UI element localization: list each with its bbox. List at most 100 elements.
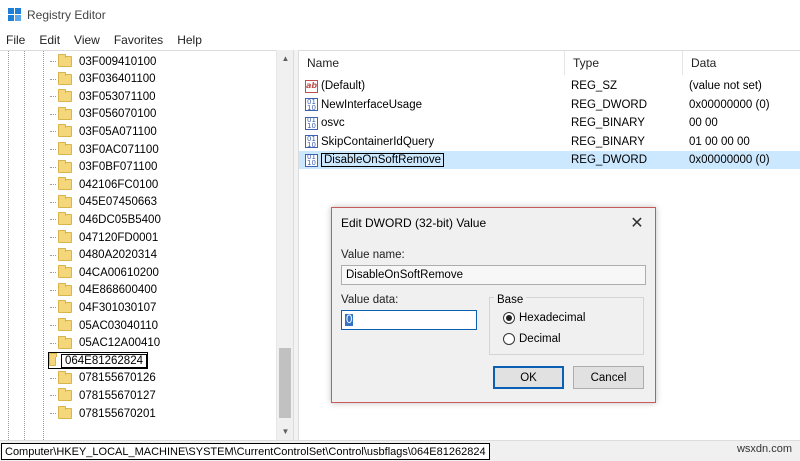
tree-item[interactable]: 078155670127 (50, 387, 158, 404)
tree-item[interactable]: 03F0BF071100 (50, 159, 159, 176)
ok-button[interactable]: OK (493, 366, 564, 389)
registry-editor-icon (8, 8, 22, 22)
tree-item[interactable]: 05AC12A00410 (50, 335, 162, 352)
value-row[interactable]: 01 10 osvc REG_BINARY 00 00 (299, 114, 800, 132)
tree-item[interactable]: 042106FC0100 (50, 176, 160, 193)
value-data-cell: (value not set) (689, 80, 762, 92)
value-name-cell: 01 10 SkipContainerIdQuery (305, 133, 434, 151)
hexadecimal-label: Hexadecimal (519, 312, 586, 324)
tree-connector (50, 113, 56, 115)
value-name-cell: 01 10 DisableOnSoftRemove (305, 151, 444, 169)
tree-item-label: 03F053071100 (79, 90, 156, 103)
menu-edit[interactable]: Edit (39, 33, 60, 47)
column-header-data[interactable]: Data (683, 51, 800, 75)
tree-item[interactable]: 03F053071100 (50, 88, 158, 105)
tree-item-label: 078155670127 (79, 389, 156, 402)
tree-item[interactable]: 04CA00610200 (50, 264, 161, 281)
tree-item[interactable]: 05AC03040110 (50, 317, 160, 334)
tree-item[interactable]: 04F301030107 (50, 299, 158, 316)
radio-checked-icon[interactable] (503, 312, 515, 324)
value-data-input[interactable]: 0 (341, 310, 477, 330)
folder-icon (58, 142, 72, 155)
value-type-cell: REG_BINARY (571, 135, 645, 148)
folder-icon (58, 335, 72, 349)
folder-icon (58, 406, 72, 419)
folder-icon (58, 265, 72, 279)
value-row[interactable]: ab (Default) REG_SZ (value not set) (299, 77, 800, 95)
tree-item-label: 03F036401100 (79, 73, 156, 86)
tree-item[interactable]: 03F0AC071100 (50, 141, 161, 158)
value-type-cell: REG_BINARY (571, 117, 645, 129)
value-row[interactable]: 01 10 DisableOnSoftRemove REG_DWORD 0x000000… (299, 151, 800, 169)
value-row[interactable]: 01 10 SkipContainerIdQuery REG_BINARY 01 00 … (299, 133, 800, 151)
tree-item[interactable]: 046DC05B5400 (50, 211, 163, 228)
tree-item[interactable]: 03F05A071100 (50, 123, 159, 140)
scroll-up-arrow-icon[interactable]: ▲ (277, 50, 294, 67)
tree-connector (50, 237, 56, 238)
folder-icon (58, 106, 72, 120)
value-row[interactable]: 01 10 NewInterfaceUsage REG_DWORD 0x00000000… (299, 96, 800, 114)
binary-value-icon: 01 10 (305, 135, 318, 148)
hexadecimal-radio[interactable]: Hexadecimal (503, 310, 585, 326)
tree-item-label: 046DC05B5400 (79, 213, 161, 226)
tree-item[interactable]: 078155670201 (50, 405, 158, 422)
menu-help[interactable]: Help (177, 33, 202, 47)
tree-item-label: 05AC12A00410 (79, 337, 161, 350)
value-data-cell: 0x00000000 (0) (689, 98, 770, 111)
menu-favorites[interactable]: Favorites (114, 33, 163, 47)
tree-item[interactable]: 0480A2020314 (50, 247, 159, 264)
tree-item-label: 04CA00610200 (79, 266, 159, 279)
column-header-name[interactable]: Name (299, 51, 565, 75)
radio-unchecked-icon[interactable] (503, 333, 515, 345)
folder-icon (58, 71, 72, 85)
dialog-title: Edit DWORD (32-bit) Value (341, 216, 487, 230)
binary-value-icon: 01 10 (305, 153, 318, 167)
tree-scrollbar[interactable]: ▲ ▼ (276, 50, 293, 440)
tree-item[interactable]: 078155670126 (50, 370, 158, 387)
tree-item[interactable]: 03F056070100 (50, 106, 158, 123)
tree-connector (50, 131, 56, 133)
tree-item-label: 03F05A071100 (79, 125, 157, 138)
tree-item[interactable]: 045E07450663 (50, 194, 159, 211)
value-name-label: Value name: (341, 249, 405, 261)
tree-item-label: 03F056070100 (79, 108, 157, 121)
key-tree[interactable]: 03F009410100 03F036401100 03F053071100 03F0… (0, 50, 293, 440)
tree-guide-line (8, 51, 9, 440)
tree-item[interactable]: 04E868600400 (50, 282, 159, 299)
tree-item[interactable]: 047120FD0001 (50, 229, 160, 246)
value-type-cell: REG_DWORD (571, 154, 648, 166)
cancel-button[interactable]: Cancel (573, 366, 644, 389)
binary-value-icon: 01 10 (305, 98, 318, 111)
tree-connector (50, 377, 56, 379)
edit-dword-dialog: Edit DWORD (32-bit) Value ✕ Value name: … (331, 207, 656, 403)
menu-bar: File Edit View Favorites Help (0, 30, 800, 50)
tree-item-label: 04E868600400 (79, 284, 158, 297)
tree-item[interactable]: 03F009410100 (50, 53, 158, 70)
tree-item[interactable]: 064E81262824 (48, 352, 148, 370)
scrollbar-thumb[interactable] (279, 348, 291, 418)
tree-item-label: 078155670201 (79, 407, 156, 420)
folder-icon (58, 230, 72, 243)
value-name-text: osvc (321, 117, 345, 129)
value-name-cell: 01 10 NewInterfaceUsage (305, 96, 422, 114)
tree-connector (50, 289, 56, 291)
watermark: wsxdn.com (736, 443, 792, 455)
menu-view[interactable]: View (74, 33, 100, 47)
value-data-label: Value data: (341, 294, 399, 306)
tree-item-label: 05AC03040110 (79, 319, 159, 332)
decimal-label: Decimal (519, 333, 561, 345)
tree-item-label: 03F0BF071100 (79, 161, 158, 174)
menu-file[interactable]: File (6, 33, 25, 47)
tree-item[interactable]: 03F036401100 (50, 71, 158, 88)
tree-connector (50, 184, 56, 186)
folder-icon (58, 212, 72, 226)
tree-connector (50, 166, 56, 168)
column-header-type[interactable]: Type (565, 51, 683, 75)
decimal-radio[interactable]: Decimal (503, 331, 561, 347)
value-data-cell: 00 00 (689, 117, 718, 129)
value-name-cell: ab (Default) (305, 77, 365, 95)
folder-icon (58, 89, 72, 103)
close-icon[interactable]: ✕ (629, 213, 645, 233)
tree-item-label: 045E07450663 (79, 196, 158, 209)
scroll-down-arrow-icon[interactable]: ▼ (277, 423, 294, 440)
